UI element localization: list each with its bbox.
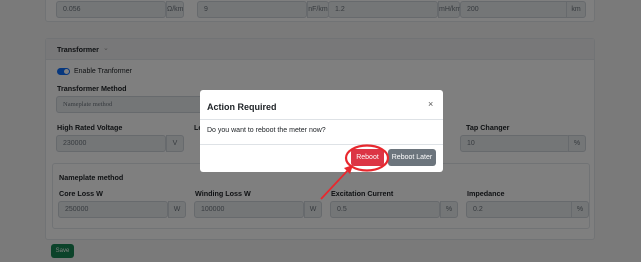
modal-body-text: Do you want to reboot the meter now? xyxy=(207,127,326,134)
close-icon[interactable]: × xyxy=(428,99,433,109)
modal-title: Action Required xyxy=(207,102,277,112)
reboot-later-button[interactable]: Reboot Later xyxy=(388,149,436,166)
modal-header-divider xyxy=(200,119,443,120)
modal-footer-divider xyxy=(200,144,443,145)
action-required-modal: Action Required × Do you want to reboot … xyxy=(200,90,443,172)
reboot-button[interactable]: Reboot xyxy=(351,149,384,166)
